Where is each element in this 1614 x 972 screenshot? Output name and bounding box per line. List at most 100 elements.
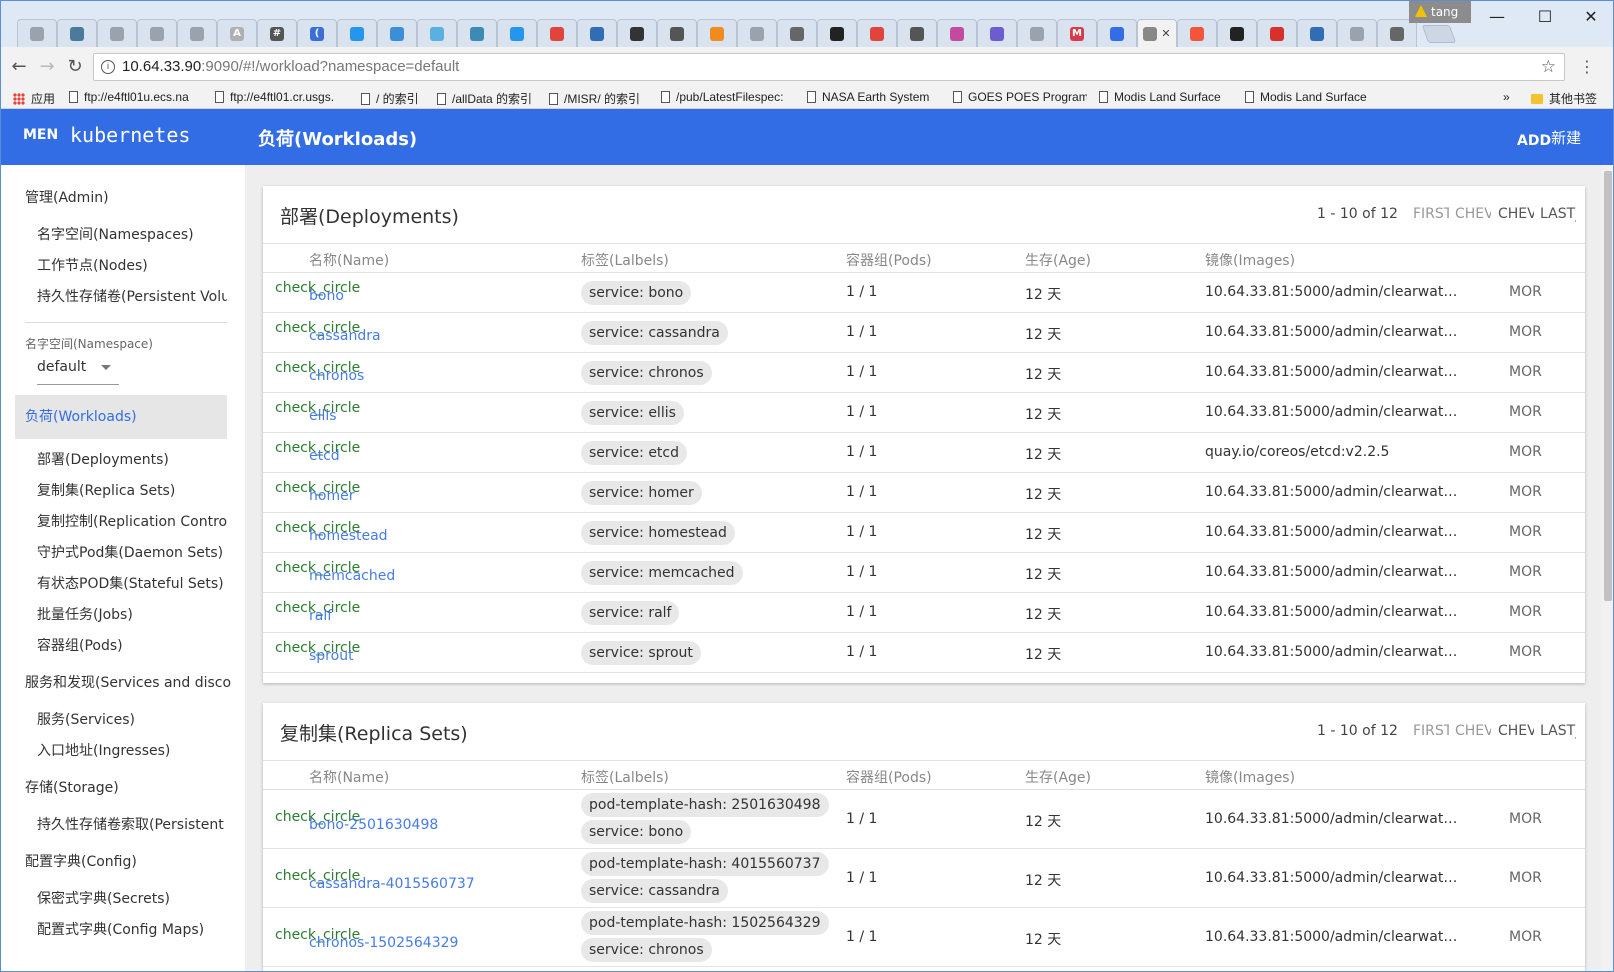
- browser-tab[interactable]: [617, 19, 657, 47]
- more-vert-icon[interactable]: MORE_VERT: [1509, 564, 1543, 580]
- col-age[interactable]: 生存(Age): [1025, 767, 1091, 787]
- more-vert-icon[interactable]: MORE_VERT: [1509, 404, 1543, 420]
- more-vert-icon[interactable]: MORE_VERT: [1509, 811, 1543, 827]
- sidebar-services-discovery[interactable]: 服务和发现(Services and discovery): [25, 672, 231, 692]
- more-vert-icon[interactable]: MORE_VERT: [1509, 484, 1543, 500]
- browser-tab[interactable]: [737, 19, 777, 47]
- bookmark-item[interactable]: /MISR/ 的索引: [549, 90, 649, 107]
- col-name[interactable]: 名称(Name): [309, 767, 389, 787]
- browser-tab[interactable]: [57, 19, 97, 47]
- browser-tab[interactable]: [1177, 19, 1217, 47]
- bookmarks-overflow-chevron[interactable]: »: [1503, 90, 1510, 104]
- browser-tab[interactable]: [817, 19, 857, 47]
- browser-tab[interactable]: [417, 19, 457, 47]
- sidebar-item-replica-sets[interactable]: 复制集(Replica Sets): [37, 480, 227, 500]
- bookmark-item[interactable]: Modis Land Surface: [1245, 90, 1379, 104]
- bookmark-item[interactable]: ftp://e4ftl01u.ecs.na: [69, 90, 203, 104]
- resource-name-link[interactable]: ralf: [309, 608, 332, 624]
- sidebar-item-daemon-sets[interactable]: 守护式Pod集(Daemon Sets): [37, 542, 227, 562]
- browser-tab[interactable]: [657, 19, 697, 47]
- more-vert-icon[interactable]: MORE_VERT: [1509, 644, 1543, 660]
- sidebar-item-deployments[interactable]: 部署(Deployments): [37, 449, 227, 469]
- sidebar-item-nodes[interactable]: 工作节点(Nodes): [37, 255, 227, 275]
- bookmark-item[interactable]: /pub/LatestFilespec:: [661, 90, 795, 104]
- reload-icon[interactable]: ↻: [63, 55, 87, 79]
- page-scrollbar[interactable]: [1601, 165, 1613, 971]
- resource-name-link[interactable]: memcached: [309, 568, 395, 584]
- more-vert-icon[interactable]: MORE_VERT: [1509, 524, 1543, 540]
- browser-menu-icon[interactable]: ⋮: [1579, 59, 1595, 75]
- bookmark-item[interactable]: GOES POES Program: [953, 90, 1087, 104]
- forward-icon[interactable]: →: [35, 55, 59, 79]
- sidebar-config[interactable]: 配置字典(Config): [25, 851, 231, 871]
- close-window-icon[interactable]: ✕: [1567, 1, 1613, 31]
- more-vert-icon[interactable]: MORE_VERT: [1509, 929, 1543, 945]
- browser-tab[interactable]: [777, 19, 817, 47]
- minimize-icon[interactable]: —: [1473, 1, 1521, 31]
- next-page-button[interactable]: CHEVRON_RIGHT: [1498, 206, 1534, 222]
- browser-tab[interactable]: [977, 19, 1017, 47]
- browser-tab[interactable]: [1337, 19, 1377, 47]
- browser-tab[interactable]: [857, 19, 897, 47]
- browser-tab[interactable]: [137, 19, 177, 47]
- col-age[interactable]: 生存(Age): [1025, 250, 1091, 270]
- browser-tab[interactable]: [1377, 19, 1417, 47]
- browser-tab[interactable]: [497, 19, 537, 47]
- bookmark-item[interactable]: / 的索引: [361, 90, 425, 107]
- sidebar-item-pods[interactable]: 容器组(Pods): [37, 635, 227, 655]
- maximize-icon[interactable]: ☐: [1521, 1, 1569, 31]
- namespace-select[interactable]: default: [37, 359, 119, 385]
- browser-tab[interactable]: [1217, 19, 1257, 47]
- browser-tab[interactable]: M: [1057, 19, 1097, 47]
- bookmark-star-icon[interactable]: ☆: [1541, 54, 1556, 80]
- resource-name-link[interactable]: bono: [309, 288, 344, 304]
- resource-name-link[interactable]: cassandra-4015560737: [309, 876, 475, 892]
- address-bar[interactable]: i 10.64.33.90:9090/#!/workload?namespace…: [93, 53, 1565, 81]
- sidebar-item-replication-controllers[interactable]: 复制控制(Replication Controllers): [37, 511, 227, 531]
- kubernetes-logo[interactable]: kubernetes: [70, 123, 190, 147]
- browser-tab[interactable]: [97, 19, 137, 47]
- sidebar-item-persistent-volumes[interactable]: 持久性存储卷(Persistent Volumes): [37, 286, 227, 306]
- prev-page-button[interactable]: CHEVRON_LEFT: [1455, 206, 1491, 222]
- sidebar-item-workloads[interactable]: 负荷(Workloads): [15, 395, 227, 439]
- browser-tab[interactable]: [377, 19, 417, 47]
- browser-tab[interactable]: [1017, 19, 1057, 47]
- browser-tab[interactable]: [1297, 19, 1337, 47]
- back-icon[interactable]: ←: [7, 55, 31, 79]
- browser-tab[interactable]: [177, 19, 217, 47]
- sidebar-item-stateful-sets[interactable]: 有状态POD集(Stateful Sets): [37, 573, 227, 593]
- browser-tab[interactable]: [577, 19, 617, 47]
- browser-tab[interactable]: [1257, 19, 1297, 47]
- resource-name-link[interactable]: chronos: [309, 368, 364, 384]
- more-vert-icon[interactable]: MORE_VERT: [1509, 604, 1543, 620]
- browser-tab[interactable]: [17, 19, 57, 47]
- browser-tab[interactable]: [457, 19, 497, 47]
- bookmark-item[interactable]: /allData 的索引: [437, 90, 537, 107]
- resource-name-link[interactable]: ellis: [309, 408, 337, 424]
- sidebar-storage[interactable]: 存储(Storage): [25, 777, 231, 797]
- first-page-button[interactable]: FIRST_PAGE: [1413, 723, 1449, 739]
- resource-name-link[interactable]: bono-2501630498: [309, 817, 438, 833]
- browser-tab[interactable]: [337, 19, 377, 47]
- other-bookmarks-folder[interactable]: 其他书签: [1531, 90, 1597, 107]
- col-name[interactable]: 名称(Name): [309, 250, 389, 270]
- more-vert-icon[interactable]: MORE_VERT: [1509, 364, 1543, 380]
- more-vert-icon[interactable]: MORE_VERT: [1509, 324, 1543, 340]
- prev-page-button[interactable]: CHEVRON_LEFT: [1455, 723, 1491, 739]
- browser-tab[interactable]: #: [257, 19, 297, 47]
- next-page-button[interactable]: CHEVRON_RIGHT: [1498, 723, 1534, 739]
- bookmark-item[interactable]: NASA Earth System: [807, 90, 941, 104]
- resource-name-link[interactable]: cassandra: [309, 328, 381, 344]
- more-vert-icon[interactable]: MORE_VERT: [1509, 870, 1543, 886]
- resource-name-link[interactable]: chronos-1502564329: [309, 935, 458, 951]
- browser-tab[interactable]: [897, 19, 937, 47]
- add-button[interactable]: ADD新建: [1517, 127, 1581, 149]
- bookmark-item[interactable]: 应用: [13, 90, 63, 107]
- last-page-button[interactable]: LAST_PAGE: [1540, 723, 1576, 739]
- resource-name-link[interactable]: homestead: [309, 528, 388, 544]
- browser-tab[interactable]: [697, 19, 737, 47]
- bookmark-item[interactable]: ftp://e4ftl01.cr.usgs.: [215, 90, 349, 104]
- first-page-button[interactable]: FIRST_PAGE: [1413, 206, 1449, 222]
- new-tab-button[interactable]: [1421, 25, 1457, 43]
- resource-name-link[interactable]: homer: [309, 488, 354, 504]
